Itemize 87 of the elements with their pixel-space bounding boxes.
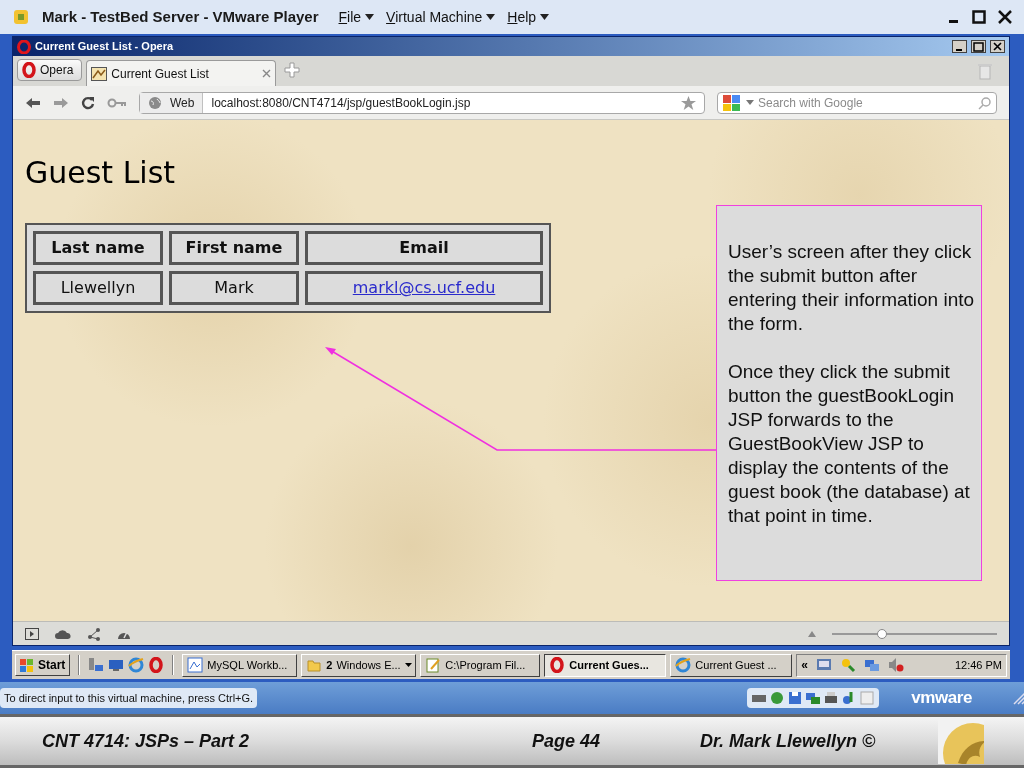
zoom-in-icon[interactable] <box>808 630 816 637</box>
zoom-slider[interactable] <box>832 627 997 640</box>
table-cell: Llewellyn <box>33 271 163 305</box>
taskbar-button[interactable]: MySQL Workb... <box>182 653 298 677</box>
task-label: Current Guest ... <box>695 657 777 673</box>
menu-item[interactable]: Virtual Machine <box>386 6 483 28</box>
reload-icon[interactable] <box>81 95 95 110</box>
close-icon[interactable] <box>998 10 1012 24</box>
network-icon[interactable] <box>805 690 822 706</box>
taskbar-button[interactable]: Current Gues... <box>544 653 667 677</box>
clock: 12:46 PM <box>954 657 1002 673</box>
address-field[interactable]: Web localhost:8080/CNT4714/jsp/guestBookLogin.jsp <box>139 91 705 114</box>
floppy-icon[interactable] <box>787 690 804 706</box>
opera-icon <box>17 39 31 54</box>
table-cell: Mark <box>169 271 299 305</box>
browser-icon <box>675 657 692 673</box>
taskbar-button[interactable]: 2 Windows E... <box>301 653 417 677</box>
opera-icon <box>549 657 566 673</box>
status-message: To direct input to this virtual machine, press Ctrl+G. <box>0 687 258 709</box>
slider-thumb[interactable] <box>876 628 887 639</box>
vm-icon[interactable] <box>816 658 833 672</box>
task-label: MySQL Workb... <box>207 657 288 673</box>
taskbar-button[interactable]: C:\Program Fil... <box>420 653 541 677</box>
panel-icon[interactable] <box>25 627 39 640</box>
star-icon[interactable] <box>681 95 696 110</box>
task-label: C:\Program Fil... <box>445 657 526 673</box>
folder-icon <box>306 657 323 673</box>
browser-tab[interactable]: Current Guest List <box>86 60 277 86</box>
menu-item[interactable]: File <box>338 6 362 28</box>
start-button[interactable]: Start <box>15 654 71 676</box>
globe-icon <box>148 95 162 110</box>
expand-tray-button[interactable]: « <box>801 656 809 674</box>
cloud-icon[interactable] <box>55 628 71 639</box>
window-title: Current Guest List - Opera <box>35 39 174 55</box>
column-header: Email <box>305 231 543 265</box>
site-info-button[interactable]: Web <box>140 92 204 113</box>
caret-icon <box>365 14 375 20</box>
callout-text: User’s screen after they click the submit button after entering their information into the form. <box>728 240 975 336</box>
page-icon <box>91 66 108 81</box>
caret-icon <box>486 14 496 20</box>
search-field[interactable]: Search with Google <box>717 91 997 114</box>
author: Dr. Mark Llewellyn © <box>700 729 877 753</box>
cd-icon[interactable] <box>769 690 786 706</box>
tab-label: Current Guest List <box>111 65 210 83</box>
caret-icon <box>404 663 412 667</box>
search-input[interactable]: Search with Google <box>758 93 974 112</box>
task-label: Current Gues... <box>569 657 649 673</box>
browser-icon[interactable] <box>128 657 145 673</box>
back-icon[interactable] <box>25 96 41 109</box>
notepad-icon <box>425 657 442 673</box>
minimize-icon[interactable] <box>952 40 967 53</box>
course-title: CNT 4714: JSPs – Part 2 <box>42 729 251 753</box>
search-icon[interactable] <box>978 95 992 110</box>
task-label: Windows E... <box>336 657 401 673</box>
column-header: Last name <box>33 231 163 265</box>
page-heading: Guest List <box>25 158 176 188</box>
menu-item[interactable]: Help <box>507 6 537 28</box>
caret-icon <box>540 14 550 20</box>
maximize-icon[interactable] <box>971 40 986 53</box>
taskbar-button[interactable]: Current Guest ... <box>670 653 793 677</box>
app-icon <box>12 8 30 26</box>
maximize-icon[interactable] <box>972 10 986 24</box>
printer-icon[interactable] <box>823 690 840 706</box>
search-engine-icon <box>722 93 742 112</box>
chart-icon <box>187 657 204 673</box>
caret-icon <box>746 100 754 105</box>
column-header: First name <box>169 231 299 265</box>
desktop-icon[interactable] <box>108 657 125 673</box>
vmware-logo: vmware <box>911 687 972 710</box>
close-icon[interactable] <box>990 40 1005 53</box>
page-number: Page 44 <box>532 729 602 753</box>
key-icon[interactable] <box>107 97 127 108</box>
new-tab-icon[interactable] <box>284 62 301 78</box>
network-icon[interactable] <box>88 657 105 673</box>
windows-logo-icon <box>20 658 34 672</box>
forward-icon[interactable] <box>53 96 69 109</box>
window-count: 2 <box>326 657 333 673</box>
resize-grip-icon[interactable] <box>1012 691 1024 705</box>
opera-menu-button[interactable]: Opera <box>17 59 83 81</box>
window-title: Mark - TestBed Server - VMware Player <box>42 6 319 27</box>
opera-icon <box>22 62 36 78</box>
network-icon[interactable] <box>864 657 881 673</box>
opera-icon[interactable] <box>148 657 165 673</box>
share-icon[interactable] <box>87 626 101 641</box>
volume-icon[interactable] <box>888 657 905 673</box>
url-text: localhost:8080/CNT4714/jsp/guestBookLogin.jsp <box>210 94 472 112</box>
callout-text: Once they click the submit button the guestBookLogin JSP forwards to the GuestBookView JSP to display the contents of the guest book (the database) at that point in time. <box>728 360 971 528</box>
